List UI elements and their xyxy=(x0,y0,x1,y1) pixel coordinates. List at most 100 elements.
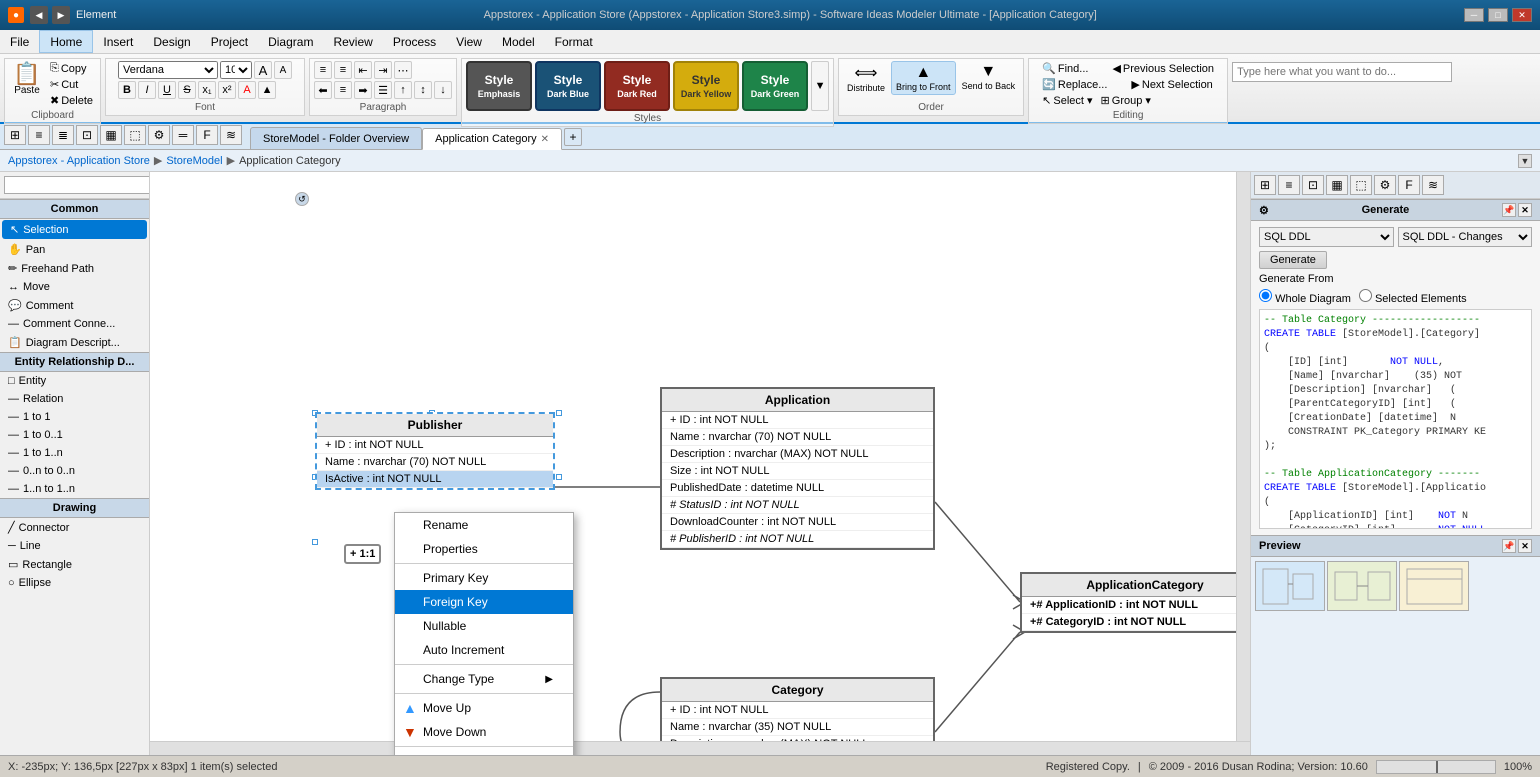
tab-tb-btn3[interactable]: ≣ xyxy=(52,125,74,145)
tab-application-category[interactable]: Application Category ✕ xyxy=(422,128,562,150)
menu-file[interactable]: File xyxy=(0,30,39,53)
indent-dec-btn[interactable]: ⇤ xyxy=(354,61,372,79)
style-dark-green[interactable]: Style Dark Green xyxy=(742,61,808,111)
tab-tb-btn4[interactable]: ⊡ xyxy=(76,125,98,145)
rp-btn7[interactable]: F xyxy=(1398,175,1420,195)
sidebar-item-0nto0n[interactable]: — 0..n to 0..n xyxy=(0,462,149,480)
tab-tb-btn10[interactable]: ≋ xyxy=(220,125,242,145)
bring-to-front-btn[interactable]: ▲ Bring to Front xyxy=(891,61,956,95)
menu-insert[interactable]: Insert xyxy=(93,30,143,53)
font-family-select[interactable]: Verdana xyxy=(118,61,218,79)
tab-folder-overview[interactable]: StoreModel - Folder Overview xyxy=(250,127,422,149)
sidebar-item-comment[interactable]: 💬 Comment xyxy=(0,296,149,315)
preview-thumb-2[interactable] xyxy=(1327,561,1397,611)
font-decrease-btn[interactable]: A xyxy=(274,61,292,79)
close-btn[interactable]: ✕ xyxy=(1512,8,1532,22)
bold-button[interactable]: B xyxy=(118,81,136,99)
application-entity[interactable]: Application + ID : int NOT NULL Name : n… xyxy=(660,387,935,550)
styles-more-btn[interactable]: ▼ xyxy=(811,61,829,111)
sidebar-item-move[interactable]: ↔ Move xyxy=(0,278,149,296)
sidebar-search-input[interactable] xyxy=(4,176,150,194)
menu-review[interactable]: Review xyxy=(323,30,382,53)
cm-change-type[interactable]: Change Type ▶ xyxy=(395,667,573,691)
maximize-btn[interactable]: □ xyxy=(1488,8,1508,22)
preview-pin-btn[interactable]: 📌 xyxy=(1502,539,1516,553)
ribbon-search-input[interactable] xyxy=(1232,62,1452,82)
rp-btn8[interactable]: ≋ xyxy=(1422,175,1444,195)
whole-diagram-radio-label[interactable]: Whole Diagram xyxy=(1259,289,1351,305)
zoom-slider[interactable] xyxy=(1376,760,1496,774)
subscript-button[interactable]: x₁ xyxy=(198,81,216,99)
highlight-button[interactable]: ▲ xyxy=(258,81,276,99)
cm-rename[interactable]: Rename xyxy=(395,513,573,537)
rp-btn1[interactable]: ⊞ xyxy=(1254,175,1276,195)
rp-btn4[interactable]: ▦ xyxy=(1326,175,1348,195)
find-btn[interactable]: 🔍 Find... ◀ Previous Selection xyxy=(1039,61,1217,76)
cm-auto-increment[interactable]: Auto Increment xyxy=(395,638,573,662)
back-btn[interactable]: ◀ xyxy=(30,6,48,24)
sidebar-item-1to01[interactable]: — 1 to 0..1 xyxy=(0,426,149,444)
gen-pin-btn[interactable]: 📌 xyxy=(1502,203,1516,217)
tab-tb-btn5[interactable]: ▦ xyxy=(100,125,122,145)
align-right-btn[interactable]: ➡ xyxy=(354,81,372,99)
style-dark-yellow[interactable]: Style Dark Yellow xyxy=(673,61,739,111)
menu-home[interactable]: Home xyxy=(39,30,93,53)
sidebar-item-freehand[interactable]: ✏ Freehand Path xyxy=(0,259,149,278)
delete-button[interactable]: ✖ Delete xyxy=(47,93,96,108)
sql-ddl-changes-select[interactable]: SQL DDL - Changes xyxy=(1398,227,1533,247)
style-dark-red[interactable]: Style Dark Red xyxy=(604,61,670,111)
breadcrumb-nav-btn[interactable]: ▼ xyxy=(1518,154,1532,168)
sidebar-item-line[interactable]: ─ Line xyxy=(0,537,149,555)
canvas-scroll-h[interactable] xyxy=(150,741,1250,755)
cm-foreign-key[interactable]: Foreign Key xyxy=(395,590,573,614)
tab-tb-btn8[interactable]: ═ xyxy=(172,125,194,145)
sidebar-item-relation[interactable]: — Relation xyxy=(0,390,149,408)
breadcrumb-item-2[interactable]: StoreModel xyxy=(166,155,222,167)
sidebar-item-1to1n[interactable]: — 1 to 1..n xyxy=(0,444,149,462)
cm-move-down[interactable]: ▼ Move Down xyxy=(395,720,573,744)
menu-model[interactable]: Model xyxy=(492,30,545,53)
preview-thumb-3[interactable] xyxy=(1399,561,1469,611)
menu-diagram[interactable]: Diagram xyxy=(258,30,323,53)
sidebar-item-connector[interactable]: ╱ Connector xyxy=(0,518,149,537)
tab-tb-btn9[interactable]: F xyxy=(196,125,218,145)
send-to-back-btn[interactable]: ▼ Send to Back xyxy=(958,61,1020,95)
sidebar-item-rectangle[interactable]: ▭ Rectangle xyxy=(0,555,149,574)
strikethrough-button[interactable]: S xyxy=(178,81,196,99)
group-btn[interactable]: ⊞ Group ▾ xyxy=(1098,93,1154,108)
sidebar-item-comment-conn[interactable]: — Comment Conne... xyxy=(0,315,149,333)
tab-tb-btn1[interactable]: ⊞ xyxy=(4,125,26,145)
align-mid-btn[interactable]: ↕ xyxy=(414,81,432,99)
relation-badge[interactable]: + 1:1 xyxy=(344,544,381,564)
tab-add-btn[interactable]: + xyxy=(564,128,582,146)
rp-btn5[interactable]: ⬚ xyxy=(1350,175,1372,195)
align-center-btn[interactable]: ≡ xyxy=(334,81,352,99)
cm-move-up[interactable]: ▲ Move Up xyxy=(395,696,573,720)
list-bullet-btn[interactable]: ≡ xyxy=(314,61,332,79)
cut-button[interactable]: ✂ Cut xyxy=(47,77,96,92)
list-num-btn[interactable]: ≡ xyxy=(334,61,352,79)
cm-nullable[interactable]: Nullable xyxy=(395,614,573,638)
tab-close-btn[interactable]: ✕ xyxy=(541,134,549,145)
sidebar-item-1nto1n[interactable]: — 1..n to 1..n xyxy=(0,480,149,498)
cm-remove-fields[interactable]: ✕ Remove Field(s) xyxy=(395,749,573,755)
rp-btn2[interactable]: ≡ xyxy=(1278,175,1300,195)
generate-btn[interactable]: Generate xyxy=(1259,251,1327,269)
menu-view[interactable]: View xyxy=(446,30,492,53)
preview-close-btn[interactable]: ✕ xyxy=(1518,539,1532,553)
appcategory-entity[interactable]: ApplicationCategory +# ApplicationID : i… xyxy=(1020,572,1250,633)
breadcrumb-item-1[interactable]: Appstorex - Application Store xyxy=(8,155,150,167)
tab-tb-btn2[interactable]: ≡ xyxy=(28,125,50,145)
menu-format[interactable]: Format xyxy=(545,30,603,53)
sql-ddl-select[interactable]: SQL DDL xyxy=(1259,227,1394,247)
rp-btn3[interactable]: ⊡ xyxy=(1302,175,1324,195)
align-top-btn[interactable]: ↑ xyxy=(394,81,412,99)
selected-elements-radio[interactable] xyxy=(1359,289,1372,302)
align-justify-btn[interactable]: ☰ xyxy=(374,81,392,99)
sidebar-item-diagram-desc[interactable]: 📋 Diagram Descript... xyxy=(0,333,149,352)
copy-button[interactable]: ⎘ Copy xyxy=(47,61,96,76)
canvas-area[interactable]: ↺ Publisher + ID : int NOT NULL Name : n… xyxy=(150,172,1250,755)
scroll-indicator[interactable]: ↺ xyxy=(295,192,309,206)
cm-primary-key[interactable]: Primary Key xyxy=(395,566,573,590)
sidebar-item-pan[interactable]: ✋ Pan xyxy=(0,240,149,259)
